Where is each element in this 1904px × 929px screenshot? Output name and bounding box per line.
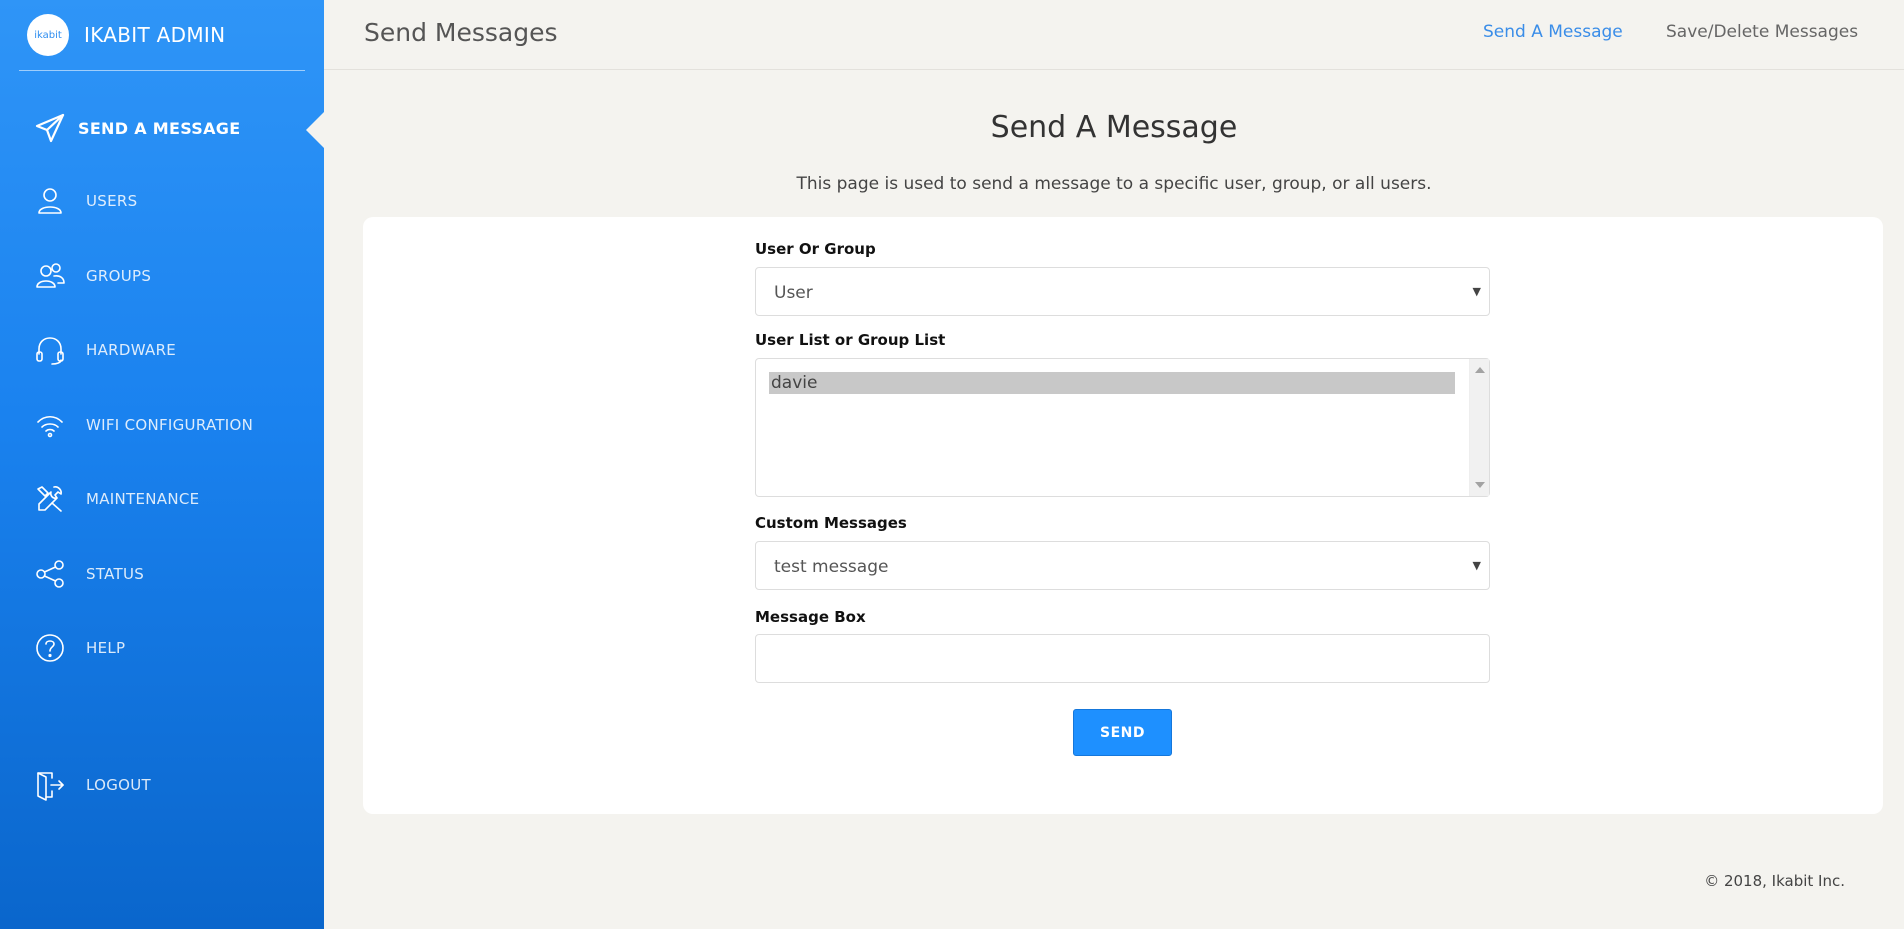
sidebar-item-label: HELP xyxy=(86,639,126,657)
brand-logo[interactable]: ikabit xyxy=(27,14,69,56)
user-list-label: User List or Group List xyxy=(755,331,946,349)
sidebar-item-label: LOGOUT xyxy=(86,776,152,794)
user-list-box[interactable]: davie xyxy=(755,358,1490,497)
list-item[interactable]: davie xyxy=(769,372,1455,394)
footer-copyright: © 2018, Ikabit Inc. xyxy=(1704,872,1845,890)
users-icon xyxy=(34,260,66,292)
logo-text: ikabit xyxy=(34,29,62,41)
wifi-icon xyxy=(34,409,66,441)
sidebar-item-label: USERS xyxy=(86,192,138,210)
sidebar-item-logout[interactable]: LOGOUT xyxy=(0,760,324,810)
sidebar-item-label: SEND A MESSAGE xyxy=(78,118,241,138)
custom-messages-label: Custom Messages xyxy=(755,514,907,532)
sidebar-item-help[interactable]: HELP xyxy=(0,623,324,673)
brand-name[interactable]: IKABIT ADMIN xyxy=(84,23,225,47)
select-value: test message xyxy=(774,557,889,577)
brand: ikabit IKABIT ADMIN xyxy=(19,0,305,71)
scroll-up-icon[interactable] xyxy=(1475,367,1485,373)
sidebar-item-maintenance[interactable]: MAINTENANCE xyxy=(0,474,324,524)
user-or-group-label: User Or Group xyxy=(755,240,876,258)
sidebar-item-label: HARDWARE xyxy=(86,341,177,359)
user-icon xyxy=(34,185,66,217)
tools-icon xyxy=(34,483,66,515)
top-navbar: Send Messages Send A Message Save/Delete… xyxy=(324,0,1904,70)
sidebar-item-label: STATUS xyxy=(86,565,145,583)
sidebar-item-label: WIFI CONFIGURATION xyxy=(86,416,254,434)
active-indicator xyxy=(306,112,324,148)
listbox-scrollbar[interactable] xyxy=(1469,359,1489,496)
sidebar-item-send-a-message[interactable]: SEND A MESSAGE xyxy=(0,103,324,153)
chevron-down-icon: ▼ xyxy=(1472,559,1481,572)
sidebar-item-hardware[interactable]: HARDWARE xyxy=(0,325,324,375)
question-circle-icon xyxy=(34,632,66,664)
section-heading: Send A Message xyxy=(990,110,1238,145)
page-title: Send Messages xyxy=(364,18,558,47)
message-box-label: Message Box xyxy=(755,608,866,626)
sidebar-item-status[interactable]: STATUS xyxy=(0,549,324,599)
tab-save-delete-messages[interactable]: Save/Delete Messages xyxy=(1666,22,1858,42)
sidebar-item-groups[interactable]: GROUPS xyxy=(0,251,324,301)
paper-plane-icon xyxy=(34,112,66,144)
logout-door-icon xyxy=(34,769,66,801)
sidebar-item-users[interactable]: USERS xyxy=(0,176,324,226)
user-or-group-select[interactable]: User ▼ xyxy=(755,267,1490,316)
headset-icon xyxy=(34,334,66,366)
send-button[interactable]: SEND xyxy=(1073,709,1172,756)
message-box-input[interactable] xyxy=(755,634,1490,683)
sidebar-item-label: GROUPS xyxy=(86,267,152,285)
custom-messages-select[interactable]: test message ▼ xyxy=(755,541,1490,590)
scroll-down-icon[interactable] xyxy=(1475,482,1485,488)
sidebar: ikabit IKABIT ADMIN SEND A MESSAGE USERS… xyxy=(0,0,324,929)
select-value: User xyxy=(774,283,813,303)
tab-send-a-message[interactable]: Send A Message xyxy=(1483,22,1623,42)
chevron-down-icon: ▼ xyxy=(1472,285,1481,298)
section-description: This page is used to send a message to a… xyxy=(796,174,1432,194)
sidebar-item-label: MAINTENANCE xyxy=(86,490,200,508)
share-nodes-icon xyxy=(34,558,66,590)
sidebar-item-wifi-configuration[interactable]: WIFI CONFIGURATION xyxy=(0,400,324,450)
